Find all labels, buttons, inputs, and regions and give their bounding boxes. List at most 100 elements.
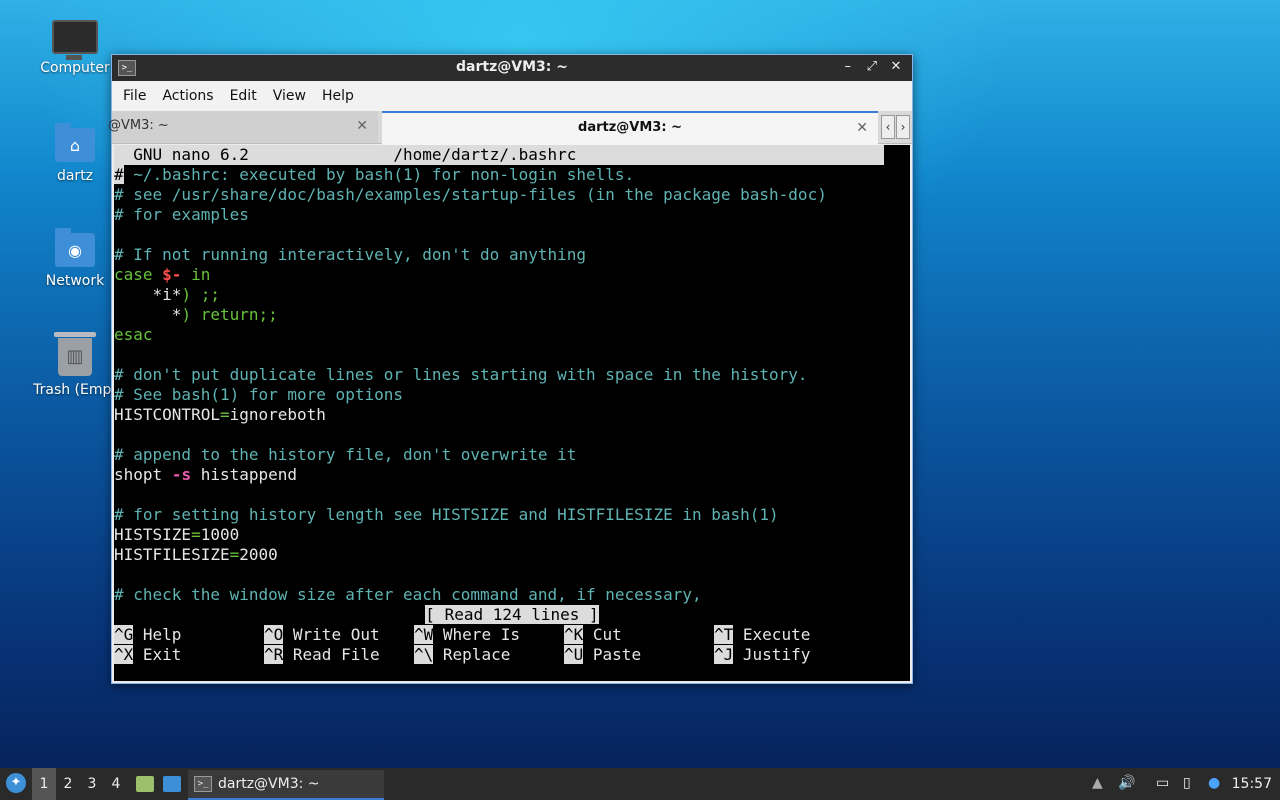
shortcut-label: Help	[142, 625, 182, 644]
desktop-icon-label: Network	[45, 273, 105, 289]
shortcut-where-is[interactable]: ^W Where Is	[414, 625, 564, 645]
tab-scroll-left-icon[interactable]: ‹	[881, 115, 895, 139]
shortcut-justify[interactable]: ^J Justify	[714, 645, 864, 665]
editor-line: *i*) ;;	[114, 285, 910, 305]
shortcut-label: Write Out	[292, 625, 380, 644]
menu-actions[interactable]: Actions	[154, 81, 221, 111]
pattern: *i*	[114, 285, 182, 304]
workspace-3[interactable]: 3	[80, 768, 104, 800]
menu-file[interactable]: File	[115, 81, 154, 111]
shortcut-key: ^X	[114, 645, 134, 664]
start-menu-icon[interactable]: ✦	[6, 773, 26, 793]
shortcut-key: ^\	[414, 645, 434, 664]
update-notification-icon[interactable]: ●	[1208, 775, 1220, 791]
tab-bar: @VM3: ~ ✕ dartz@VM3: ~ ✕ ‹ ›	[108, 111, 912, 145]
tray-up-arrow-icon[interactable]: ▲	[1092, 775, 1103, 791]
keyword: ) return;;	[181, 305, 278, 324]
editor-line: HISTSIZE=1000	[114, 525, 910, 545]
editor-line: shopt -s histappend	[114, 465, 910, 485]
shortcut-cut[interactable]: ^K Cut	[564, 625, 714, 645]
shortcut-execute[interactable]: ^T Execute	[714, 625, 864, 645]
shortcut-label: Replace	[442, 645, 511, 664]
tab-active[interactable]: dartz@VM3: ~ ✕	[382, 111, 878, 145]
network-monitor-icon[interactable]: ▭	[1156, 775, 1169, 791]
editor-line-empty	[114, 425, 910, 445]
nano-header: GNU nano 6.2 /home/dartz/.bashrc	[114, 145, 884, 165]
variable-value: ignoreboth	[229, 405, 326, 424]
variable: $-	[162, 265, 182, 284]
desktop-icon-label: Trash (Empt	[33, 382, 117, 398]
shortcut-help[interactable]: ^G Help	[114, 625, 264, 645]
editor-line-empty	[114, 345, 910, 365]
desktop-icon-label: dartz	[56, 168, 94, 184]
argument: histappend	[200, 465, 298, 484]
editor-line: # See bash(1) for more options	[114, 385, 403, 404]
menu-edit[interactable]: Edit	[222, 81, 265, 111]
tab-close-icon[interactable]: ✕	[856, 113, 868, 143]
text-cursor: #	[114, 165, 124, 184]
shortcut-key: ^T	[714, 625, 734, 644]
trash-icon: ▥	[54, 332, 96, 376]
shortcut-label: Read File	[292, 645, 380, 664]
terminal-icon: >_	[194, 776, 212, 792]
file-manager-icon[interactable]	[136, 776, 154, 792]
shortcut-key: ^W	[414, 625, 434, 644]
editor-line-empty	[114, 225, 910, 245]
shortcut-key: ^J	[714, 645, 734, 664]
clock[interactable]: 15:57	[1232, 768, 1272, 800]
desktop-icon-trash[interactable]: ▥ Trash (Empt	[25, 332, 125, 398]
editor-line: # don't put duplicate lines or lines sta…	[114, 365, 808, 384]
editor-line: # for examples	[114, 205, 249, 224]
variable-value: 2000	[239, 545, 278, 564]
window-titlebar[interactable]: >_ dartz@VM3: ~ – ⤢ ✕	[112, 55, 912, 81]
menu-help[interactable]: Help	[314, 81, 362, 111]
shortcut-read-file[interactable]: ^R Read File	[264, 645, 414, 665]
keyword: case	[114, 265, 153, 284]
shortcut-label: Cut	[592, 625, 622, 644]
clipboard-icon[interactable]: ▯	[1183, 775, 1191, 791]
shortcut-label: Justify	[742, 645, 811, 664]
nano-shortcuts-row: ^G Help ^O Write Out ^W Where Is ^K Cut ^T E…	[114, 625, 910, 645]
home-folder-icon: ⌂	[55, 123, 95, 162]
tab-label: @VM3: ~	[108, 118, 169, 133]
nano-shortcuts-row: ^X Exit ^R Read File ^\ Replace ^U Paste ^J …	[114, 645, 910, 665]
tab-inactive[interactable]: @VM3: ~ ✕	[108, 111, 378, 143]
editor-line: HISTFILESIZE=2000	[114, 545, 910, 565]
shortcut-label: Where Is	[442, 625, 520, 644]
taskbar-task-terminal[interactable]: >_ dartz@VM3: ~	[188, 770, 384, 800]
shortcut-exit[interactable]: ^X Exit	[114, 645, 264, 665]
maximize-icon[interactable]: ⤢	[862, 59, 882, 74]
workspace-1[interactable]: 1	[32, 768, 56, 800]
desktop-icon-computer[interactable]: Computer	[25, 20, 125, 76]
editor-line: esac	[114, 325, 153, 344]
variable-value: 1000	[200, 525, 240, 544]
taskbar: ✦ 1 2 3 4 >_ dartz@VM3: ~ ▲ 🔊 ▭ ▯ ● 15:5…	[0, 768, 1280, 800]
editor-line-empty	[114, 565, 910, 585]
tab-scroll-right-icon[interactable]: ›	[896, 115, 910, 139]
shortcut-key: ^R	[264, 645, 284, 664]
shortcut-paste[interactable]: ^U Paste	[564, 645, 714, 665]
workspace-4[interactable]: 4	[104, 768, 128, 800]
show-desktop-icon[interactable]	[163, 776, 181, 792]
volume-icon[interactable]: 🔊	[1118, 775, 1135, 791]
terminal-content[interactable]: GNU nano 6.2 /home/dartz/.bashrc # ~/.ba…	[114, 145, 910, 681]
tab-close-icon[interactable]: ✕	[356, 111, 368, 141]
nano-version: GNU nano 6.2	[133, 145, 249, 164]
desktop-icon-network[interactable]: ◉ Network	[25, 228, 125, 289]
shortcut-write-out[interactable]: ^O Write Out	[264, 625, 414, 645]
editor-line: # append to the history file, don't over…	[114, 445, 577, 464]
shortcut-key: ^K	[564, 625, 584, 644]
shortcut-replace[interactable]: ^\ Replace	[414, 645, 564, 665]
minimize-icon[interactable]: –	[838, 59, 858, 74]
task-label: dartz@VM3: ~	[218, 776, 320, 792]
line-text: ~/.bashrc: executed by bash(1) for non-l…	[133, 165, 635, 184]
keyword: in	[191, 265, 211, 284]
shortcut-key: ^U	[564, 645, 584, 664]
variable-name: HISTSIZE	[114, 525, 192, 544]
menu-view[interactable]: View	[265, 81, 314, 111]
terminal-window: >_ dartz@VM3: ~ – ⤢ ✕ File Actions Edit Vie…	[108, 54, 913, 684]
workspace-2[interactable]: 2	[56, 768, 80, 800]
close-icon[interactable]: ✕	[886, 59, 906, 74]
shortcut-key: ^O	[264, 625, 284, 644]
equals-sign: =	[219, 405, 230, 424]
